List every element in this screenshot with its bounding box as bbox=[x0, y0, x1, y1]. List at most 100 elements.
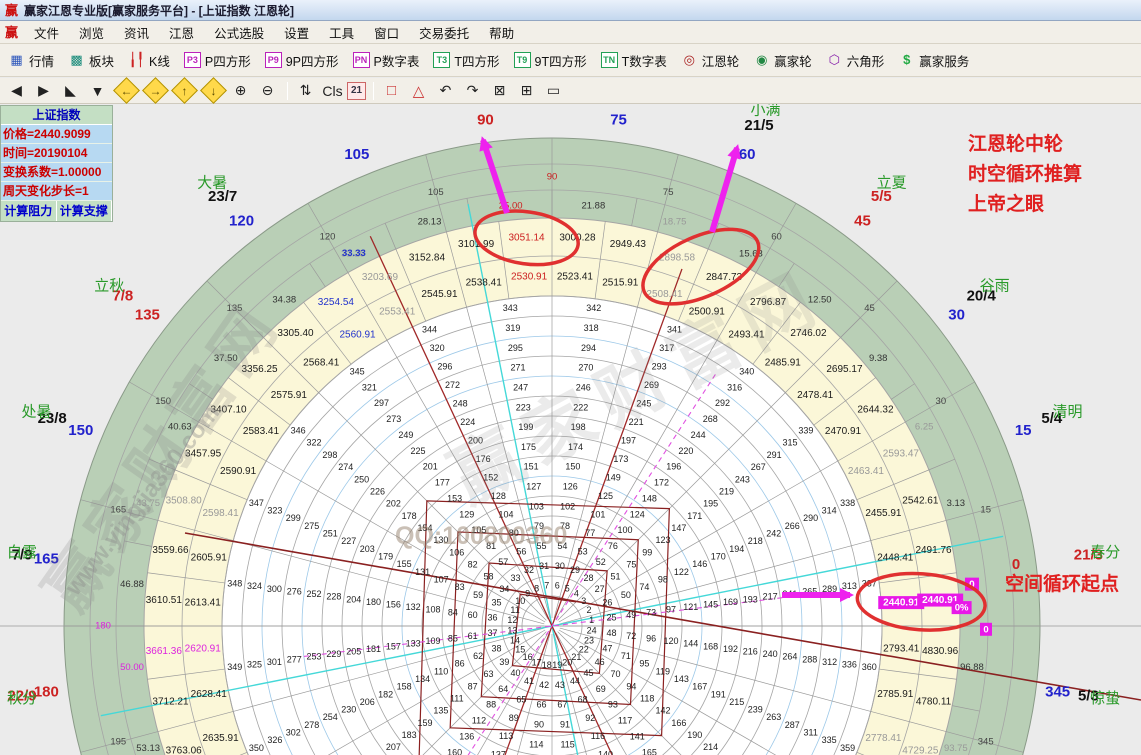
wheel-number: 25 bbox=[606, 613, 616, 623]
price-label: 2635.91 bbox=[202, 733, 239, 744]
wheel-number: 218 bbox=[748, 536, 763, 546]
menu-item-8[interactable]: 交易委托 bbox=[409, 21, 479, 44]
calc-support-button[interactable]: 计算支撑 bbox=[57, 201, 113, 221]
wheel-number: 19 bbox=[552, 660, 562, 670]
tri-up-button[interactable]: ◣ bbox=[58, 80, 83, 101]
menu-item-6[interactable]: 工具 bbox=[319, 21, 364, 44]
center-tool-button[interactable]: ⊞ bbox=[514, 80, 539, 101]
price-label: 3152.84 bbox=[409, 252, 446, 263]
wheel-number: 81 bbox=[486, 541, 496, 551]
menu-item-2[interactable]: 资讯 bbox=[114, 21, 159, 44]
toolbar-button-kline[interactable]: ╽╿K线 bbox=[124, 49, 174, 72]
toolbar-label: 赢家轮 bbox=[774, 51, 812, 70]
wheel-number: 47 bbox=[602, 643, 612, 653]
shift-right-button[interactable]: → bbox=[142, 77, 169, 104]
wheel-number: 316 bbox=[727, 382, 742, 392]
next-button[interactable]: ▶ bbox=[31, 80, 56, 101]
toolbar-button-sectors[interactable]: ▩板块 bbox=[64, 49, 118, 72]
wheel-number: 50 bbox=[621, 590, 631, 600]
shift-up-button[interactable]: ↑ bbox=[171, 77, 198, 104]
wheel-number: 323 bbox=[267, 506, 282, 516]
gann-wheel-canvas[interactable]: 1234567891011121314151617181920212223242… bbox=[0, 104, 1141, 755]
toolbar-label: 六角形 bbox=[847, 51, 885, 70]
wheel-number: 13 bbox=[507, 626, 517, 636]
toolbar-button-winner-service[interactable]: $赢家服务 bbox=[894, 49, 973, 72]
menu-item-9[interactable]: 帮助 bbox=[479, 21, 524, 44]
menu-item-5[interactable]: 设置 bbox=[274, 21, 319, 44]
toolbar-button-hexagon[interactable]: ⬡六角形 bbox=[822, 49, 889, 72]
wheel-number: 62 bbox=[473, 651, 483, 661]
screen-tool-button[interactable]: ▭ bbox=[541, 80, 566, 101]
wheel-number: 68 bbox=[578, 694, 588, 704]
prev-button[interactable]: ◀ bbox=[4, 80, 29, 101]
wheel-number: 169 bbox=[723, 597, 738, 607]
percent-label-third: 33.33 bbox=[342, 248, 366, 259]
solar-term-15: 清明 bbox=[1053, 403, 1083, 420]
clear-button[interactable]: Cls bbox=[320, 80, 345, 101]
angle-label-120: 120 bbox=[229, 212, 254, 229]
shift-down-button[interactable]: ↓ bbox=[200, 77, 227, 104]
window-title: 赢家江恩专业版[赢家服务平台] - [上证指数 江恩轮] bbox=[24, 2, 294, 19]
square-tool-button[interactable]: □ bbox=[379, 80, 404, 101]
toolbar-button-t-square[interactable]: T3T四方形 bbox=[429, 49, 503, 72]
tri-down-button[interactable]: ▼ bbox=[85, 80, 110, 101]
wheel-number: 167 bbox=[692, 682, 707, 692]
wheel-number: 116 bbox=[591, 731, 605, 741]
calendar-button[interactable]: 21 bbox=[347, 82, 366, 100]
triangle-tool-button[interactable]: △ bbox=[406, 80, 431, 101]
toolbar-button-p9-square[interactable]: P99P四方形 bbox=[261, 49, 343, 72]
menu-item-7[interactable]: 窗口 bbox=[364, 21, 409, 44]
wheel-number: 206 bbox=[360, 697, 375, 707]
wheel-number: 294 bbox=[581, 343, 596, 353]
angle-label-60: 60 bbox=[739, 146, 756, 163]
wheel-number: 108 bbox=[426, 605, 441, 615]
menu-item-3[interactable]: 江恩 bbox=[159, 21, 204, 44]
wheel-number: 86 bbox=[455, 659, 465, 669]
solar-term-45: 立夏 bbox=[877, 174, 907, 191]
wheel-number: 48 bbox=[606, 628, 616, 638]
solar-term-120: 大暑 bbox=[197, 174, 227, 191]
zoom-in-button[interactable]: ⊕ bbox=[228, 80, 253, 101]
toolbar-button-gann-wheel[interactable]: ◎江恩轮 bbox=[677, 49, 744, 72]
wheel-number: 42 bbox=[539, 680, 549, 690]
wheel-number: 342 bbox=[586, 303, 601, 313]
wheel-number: 58 bbox=[484, 572, 494, 582]
toolbar-button-p-number-table[interactable]: PNP数字表 bbox=[349, 49, 424, 72]
wheel-number: 338 bbox=[840, 498, 855, 508]
wheel-number: 183 bbox=[402, 730, 417, 740]
zoom-out-button[interactable]: ⊖ bbox=[255, 80, 280, 101]
wheel-number: 106 bbox=[449, 547, 464, 557]
wheel-number: 247 bbox=[513, 382, 528, 392]
menu-item-0[interactable]: 文件 bbox=[24, 21, 69, 44]
rotate-ccw-button[interactable]: ↶ bbox=[433, 80, 458, 101]
toolbar-button-t-number-table[interactable]: TNT数字表 bbox=[597, 49, 671, 72]
box-x-button[interactable]: ⊠ bbox=[487, 80, 512, 101]
wheel-number: 348 bbox=[227, 579, 242, 589]
wheel-number: 31 bbox=[539, 561, 549, 571]
wheel-number: 4 bbox=[574, 589, 579, 599]
toolbar-button-t9-square[interactable]: T99T四方形 bbox=[510, 49, 591, 72]
price-label: 2593.47 bbox=[883, 449, 920, 460]
flip-vertical-button[interactable]: ⇅ bbox=[293, 80, 318, 101]
wheel-number: 314 bbox=[822, 506, 837, 516]
menu-item-4[interactable]: 公式选股 bbox=[204, 21, 274, 44]
toolbar-button-winner-wheel[interactable]: ◉赢家轮 bbox=[749, 49, 816, 72]
wheel-number: 244 bbox=[691, 430, 706, 440]
wheel-number: 201 bbox=[423, 462, 438, 472]
wheel-number: 56 bbox=[516, 546, 526, 556]
wheel-number: 18 bbox=[542, 660, 552, 670]
wheel-number: 159 bbox=[418, 718, 433, 728]
menu-item-1[interactable]: 浏览 bbox=[69, 21, 114, 44]
wheel-number: 80 bbox=[509, 528, 519, 538]
shift-left-button[interactable]: ← bbox=[113, 77, 140, 104]
price-label: 2568.41 bbox=[303, 357, 340, 368]
wheel-number: 153 bbox=[447, 493, 462, 503]
degree-label: 75 bbox=[663, 187, 674, 198]
rotate-cw-button[interactable]: ↷ bbox=[460, 80, 485, 101]
wheel-number: 158 bbox=[397, 682, 412, 692]
toolbar-button-quotes[interactable]: ▦行情 bbox=[4, 49, 58, 72]
solar-term-165: 白露 bbox=[7, 544, 37, 561]
degree-label: 345 bbox=[978, 737, 994, 748]
toolbar-button-p-square[interactable]: P3P四方形 bbox=[180, 49, 255, 72]
calc-resistance-button[interactable]: 计算阻力 bbox=[1, 201, 57, 221]
